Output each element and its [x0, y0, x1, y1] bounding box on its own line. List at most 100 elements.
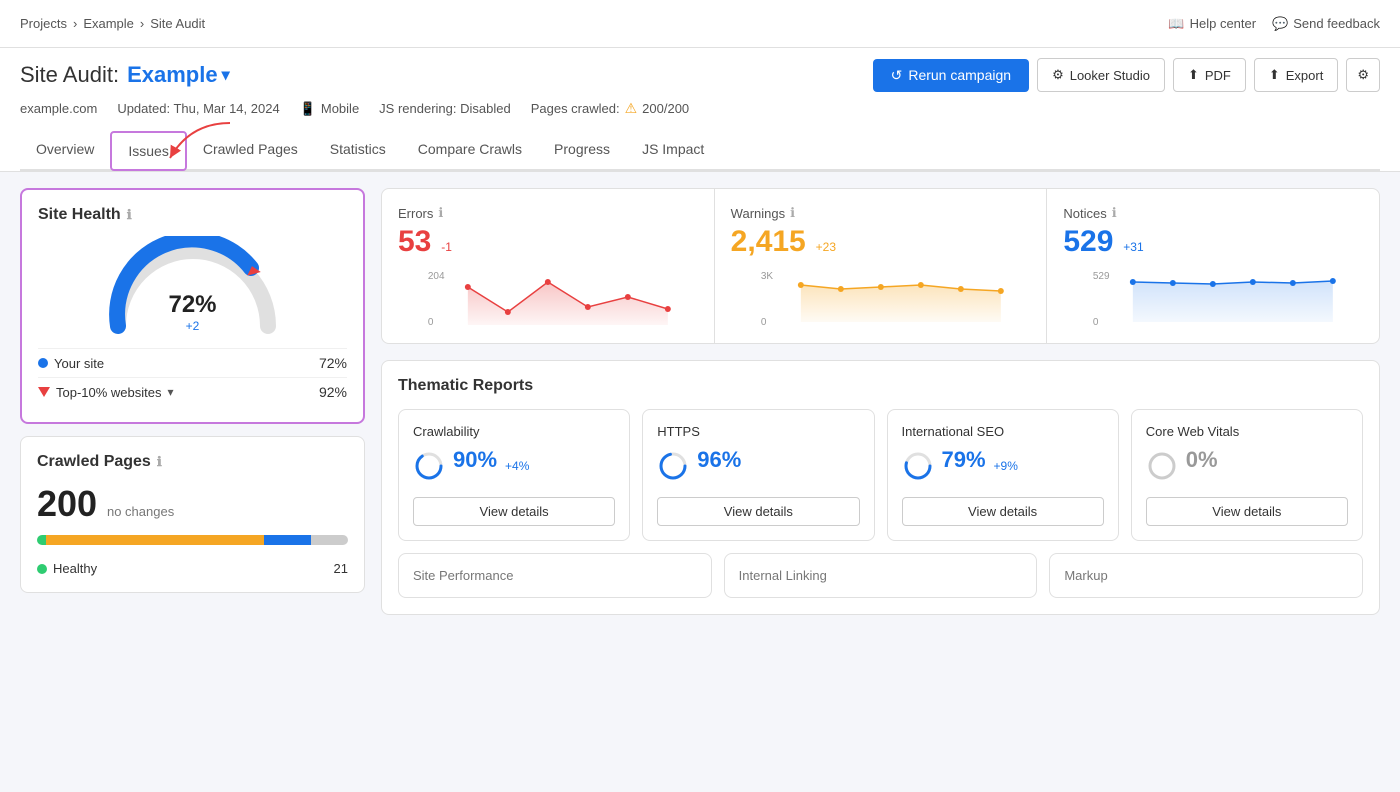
tab-crawled-pages[interactable]: Crawled Pages — [187, 131, 314, 171]
bottom-card-markup[interactable]: Markup — [1049, 553, 1363, 598]
green-dot — [37, 564, 47, 574]
https-view-details-button[interactable]: View details — [657, 497, 859, 526]
notices-chart: 529 0 — [1063, 267, 1363, 327]
looker-studio-button[interactable]: ⚙ Looker Studio — [1037, 58, 1165, 92]
tab-issues[interactable]: Issues — [110, 131, 186, 171]
right-panel: Errors ℹ 53 -1 204 — [381, 188, 1380, 615]
header-buttons: ↺ Rerun campaign ⚙ Looker Studio ⬆ PDF ⬆… — [873, 58, 1380, 92]
notices-value-row: 529 +31 — [1063, 225, 1363, 259]
breadcrumb-projects[interactable]: Projects — [20, 16, 67, 31]
pages-crawled-label: Pages crawled: ⚠ 200/200 — [531, 100, 689, 117]
main-content: Site Health ℹ 72% — [0, 172, 1400, 631]
notices-label: Notices ℹ — [1063, 205, 1363, 221]
settings-button[interactable]: ⚙ — [1346, 58, 1380, 92]
top-actions: 📖 Help center 💬 Send feedback — [1168, 16, 1380, 32]
bar-gray — [311, 535, 348, 545]
tab-progress[interactable]: Progress — [538, 131, 626, 171]
warnings-chart: 3K 0 — [731, 267, 1031, 327]
breadcrumb-sep2: › — [140, 16, 144, 31]
send-feedback-link[interactable]: 💬 Send feedback — [1272, 16, 1380, 32]
warnings-info-icon[interactable]: ℹ — [790, 205, 795, 221]
gauge-center-text: 72% +2 — [168, 291, 216, 333]
breadcrumb-sep1: › — [73, 16, 77, 31]
your-site-legend: Your site 72% — [38, 348, 347, 377]
mobile-icon: 📱 — [300, 101, 316, 117]
healthy-row: Healthy 21 — [37, 555, 348, 576]
thematic-reports-section: Thematic Reports Crawlability 90% +4% Vi… — [381, 360, 1380, 615]
chevron-down-icon-legend[interactable]: ▾ — [168, 385, 174, 399]
crawlability-circle — [413, 450, 445, 482]
chevron-down-icon: ▾ — [222, 65, 230, 85]
gauge-change: +2 — [168, 319, 216, 333]
bar-green — [37, 535, 46, 545]
bottom-card-internal-linking[interactable]: Internal Linking — [724, 553, 1038, 598]
warnings-value-row: 2,415 +23 — [731, 225, 1031, 259]
export-button[interactable]: ⬆ Export — [1254, 58, 1338, 92]
site-health-title: Site Health ℹ — [38, 206, 347, 224]
crawled-progress-bar — [37, 535, 348, 545]
svg-text:0: 0 — [1093, 317, 1099, 327]
breadcrumb: Projects › Example › Site Audit — [20, 16, 205, 31]
crawled-info-icon[interactable]: ℹ — [157, 454, 162, 470]
crawlability-view-details-button[interactable]: View details — [413, 497, 615, 526]
crawlability-score-row: 90% +4% — [413, 447, 615, 485]
refresh-icon: ↺ — [891, 67, 903, 84]
https-circle — [657, 450, 689, 482]
cwv-score-row: 0% — [1146, 447, 1348, 485]
red-triangle — [38, 387, 50, 397]
your-site-value: 72% — [319, 355, 347, 371]
report-core-web-vitals: Core Web Vitals 0% View details — [1131, 409, 1363, 541]
top10-value: 92% — [319, 384, 347, 400]
svg-text:204: 204 — [428, 271, 445, 282]
crawled-pages-title: Crawled Pages ℹ — [37, 453, 348, 471]
warnings-label: Warnings ℹ — [731, 205, 1031, 221]
header-row1: Site Audit: Example ▾ ↺ Rerun campaign ⚙… — [20, 58, 1380, 92]
thematic-reports-title: Thematic Reports — [398, 377, 1363, 395]
errors-value-row: 53 -1 — [398, 225, 698, 259]
site-name-dropdown[interactable]: Example ▾ — [127, 62, 230, 88]
feedback-icon: 💬 — [1272, 16, 1288, 32]
meta-row: example.com Updated: Thu, Mar 14, 2024 📱… — [20, 100, 1380, 127]
cwv-circle — [1146, 450, 1178, 482]
errors-chart: 204 0 — [398, 267, 698, 327]
info-icon[interactable]: ℹ — [127, 207, 132, 223]
gauge-wrapper: 72% +2 — [103, 236, 283, 336]
domain-label: example.com — [20, 101, 97, 116]
top10-legend: Top-10% websites ▾ 92% — [38, 377, 347, 406]
warning-icon: ⚠ — [625, 100, 638, 117]
bar-blue — [264, 535, 311, 545]
cwv-view-details-button[interactable]: View details — [1146, 497, 1348, 526]
errors-label: Errors ℹ — [398, 205, 698, 221]
reports-grid: Crawlability 90% +4% View details HTTPS — [398, 409, 1363, 541]
tab-overview[interactable]: Overview — [20, 131, 110, 171]
device-label: 📱 Mobile — [300, 101, 359, 117]
top-bar: Projects › Example › Site Audit 📖 Help c… — [0, 0, 1400, 48]
looker-icon: ⚙ — [1052, 67, 1064, 83]
notices-info-icon[interactable]: ℹ — [1112, 205, 1117, 221]
crawled-count-row: 200 no changes — [37, 483, 348, 525]
updated-label: Updated: Thu, Mar 14, 2024 — [117, 101, 279, 116]
notices-card: Notices ℹ 529 +31 529 — [1047, 189, 1379, 343]
report-https: HTTPS 96% View details — [642, 409, 874, 541]
pdf-button[interactable]: ⬆ PDF — [1173, 58, 1246, 92]
help-center-link[interactable]: 📖 Help center — [1168, 16, 1256, 32]
errors-info-icon[interactable]: ℹ — [438, 205, 443, 221]
tab-statistics[interactable]: Statistics — [314, 131, 402, 171]
blue-dot — [38, 358, 48, 368]
book-icon: 📖 — [1168, 16, 1184, 32]
tab-compare-crawls[interactable]: Compare Crawls — [402, 131, 538, 171]
gear-icon: ⚙ — [1357, 67, 1369, 82]
stats-row: Errors ℹ 53 -1 204 — [381, 188, 1380, 344]
gauge-container: 72% +2 — [38, 236, 347, 336]
js-rendering-label: JS rendering: Disabled — [379, 101, 511, 116]
tab-js-impact[interactable]: JS Impact — [626, 131, 720, 171]
bottom-row: Site Performance Internal Linking Markup — [398, 553, 1363, 598]
svg-text:0: 0 — [428, 317, 434, 327]
export-icon: ⬆ — [1269, 67, 1280, 83]
warnings-card: Warnings ℹ 2,415 +23 — [715, 189, 1048, 343]
rerun-campaign-button[interactable]: ↺ Rerun campaign — [873, 59, 1029, 92]
bottom-card-site-performance[interactable]: Site Performance — [398, 553, 712, 598]
intl-seo-view-details-button[interactable]: View details — [902, 497, 1104, 526]
report-crawlability: Crawlability 90% +4% View details — [398, 409, 630, 541]
breadcrumb-example[interactable]: Example — [83, 16, 134, 31]
